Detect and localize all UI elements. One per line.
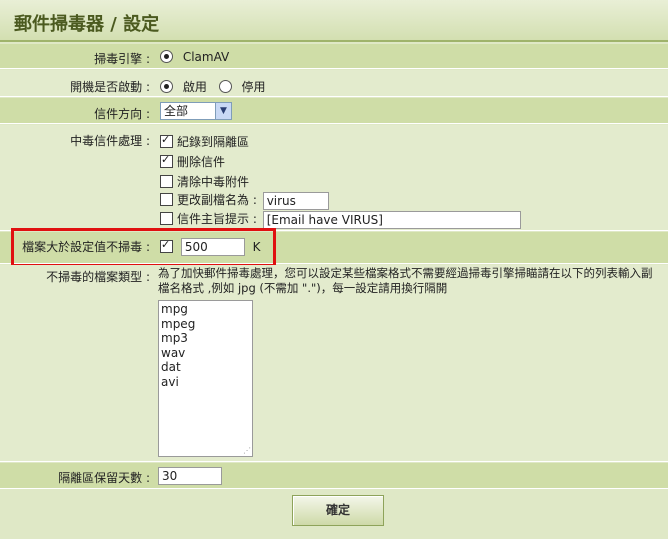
mail-direction-value: 全部 (164, 104, 189, 118)
row-skip-types: 不掃毒的檔案類型 : 為了加快郵件掃毒處理，您可以設定某些檔案格式不需要經過掃毒… (0, 265, 668, 462)
clamav-label: ClamAV (182, 50, 230, 64)
delete-mail-option[interactable]: 刪除信件 (160, 153, 225, 170)
row-scan-engine: 掃毒引擎 : ClamAV (0, 44, 668, 69)
rename-ext-checkbox[interactable] (160, 193, 173, 206)
rename-ext-input[interactable]: virus (262, 191, 329, 210)
skip-types-description: 為了加快郵件掃毒處理，您可以設定某些檔案格式不需要經過掃毒引擎掃瞄請在以下的列表… (158, 266, 653, 295)
rename-ext-option: 更改副檔名為 : virus (160, 191, 329, 210)
resize-grip-icon[interactable]: ⋰ (243, 447, 251, 455)
row-quarantine-days: 隔離區保留天數 : 30 (0, 463, 668, 489)
skip-type-item: wav (161, 345, 186, 360)
skip-types-label: 不掃毒的檔案類型 : (46, 270, 150, 284)
boot-disable-label: 停用 (241, 80, 266, 94)
rename-ext-label: 更改副檔名為 : (177, 193, 257, 207)
quarantine-days-input[interactable]: 30 (158, 467, 222, 485)
highlight-box (11, 228, 276, 267)
page-header: 郵件掃毒器 / 設定 (0, 0, 668, 42)
clear-attachment-option[interactable]: 清除中毒附件 (160, 173, 249, 190)
skip-type-item: dat (161, 360, 181, 374)
subject-tag-checkbox[interactable] (160, 212, 173, 225)
scan-engine-label: 掃毒引擎 : (94, 52, 150, 66)
subject-tag-option: 信件主旨提示 : [Email have VIRUS] (160, 210, 521, 229)
boot-disable-radio[interactable] (218, 80, 232, 93)
row-infected-handling: 中毒信件處理 : 紀錄到隔離區 刪除信件 清除中毒附件 更改副檔名為 : vir… (0, 125, 668, 231)
row-boot-start: 開機是否啟動 : 啟用 停用 (0, 70, 668, 97)
page-title: 郵件掃毒器 / 設定 (14, 14, 160, 35)
log-quarantine-checkbox[interactable] (160, 133, 173, 148)
submit-button[interactable]: 確定 (292, 495, 384, 526)
log-quarantine-option[interactable]: 紀錄到隔離區 (160, 133, 249, 150)
subject-tag-label: 信件主旨提示 : (177, 212, 257, 226)
skip-type-item: mpg (161, 302, 188, 316)
skip-type-item: avi (161, 374, 179, 389)
boot-enable-label: 啟用 (182, 80, 207, 94)
delete-mail-checkbox[interactable] (160, 153, 173, 168)
clear-attachment-label: 清除中毒附件 (177, 175, 250, 189)
mail-direction-label: 信件方向 : (94, 107, 150, 121)
log-quarantine-label: 紀錄到隔離區 (177, 135, 250, 149)
quarantine-days-label: 隔離區保留天數 : (58, 471, 150, 485)
delete-mail-label: 刪除信件 (177, 155, 226, 169)
skip-type-item: mpeg (161, 316, 196, 331)
mail-direction-select[interactable]: 全部 ▼ (160, 102, 232, 120)
skip-type-item: mp3 (161, 331, 188, 345)
row-mail-direction: 信件方向 : 全部 ▼ (0, 98, 668, 124)
skip-types-textarea[interactable]: mpg mpeg mp3 wav dat avi ⋰ (158, 300, 253, 457)
boot-enable-radio[interactable] (160, 80, 173, 93)
infected-handling-label: 中毒信件處理 : (70, 134, 150, 148)
chevron-down-icon: ▼ (215, 103, 231, 119)
scan-engine-option[interactable]: ClamAV (160, 50, 229, 64)
subject-tag-input[interactable]: [Email have VIRUS] (262, 210, 521, 229)
clear-attachment-checkbox[interactable] (160, 175, 173, 188)
boot-start-options: 啟用 停用 (160, 78, 266, 95)
clamav-radio[interactable] (160, 50, 173, 63)
boot-start-label: 開機是否啟動 : (70, 80, 150, 94)
